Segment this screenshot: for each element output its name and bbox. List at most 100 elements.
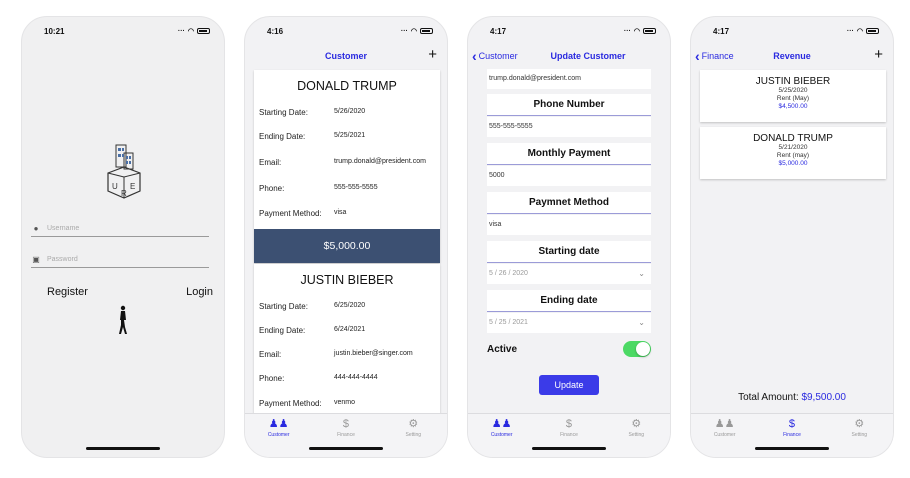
end-date-value: 5 / 25 / 2021 (489, 319, 528, 326)
revenue-card[interactable]: DONALD TRUMP 5/21/2020 Rent (may) $5,000… (700, 127, 886, 179)
username-field[interactable]: ● Username (31, 221, 209, 237)
total-amount: Total Amount: $9,500.00 (691, 392, 893, 403)
tab-label: Finance (337, 432, 355, 438)
active-row: Active (487, 339, 651, 359)
password-field[interactable]: ▣ Password (31, 252, 209, 268)
logo-letter: U (112, 182, 118, 191)
back-button[interactable]: ‹ Finance (695, 45, 734, 67)
email-label: Email: (259, 157, 282, 167)
back-label: Customer (478, 51, 518, 61)
phone-heading: Phone Number (487, 94, 651, 116)
login-button[interactable]: Login (186, 286, 213, 298)
email-field[interactable]: trump.donald@president.com (487, 69, 651, 89)
phone-field[interactable]: 555-555-5555 (487, 117, 651, 137)
register-button[interactable]: Register (47, 286, 88, 298)
start-date-value: 5 / 26 / 2020 (489, 270, 528, 277)
start-date-value: 6/25/2020 (334, 302, 366, 309)
payment-label: Payment Method: (259, 208, 322, 218)
end-date-label: Ending Date: (259, 131, 306, 141)
gear-icon: ⚙ (408, 418, 419, 430)
page-title: Customer (324, 51, 367, 61)
wifi-icon: ◠ (187, 28, 194, 35)
status-icons: ··· ◠ (847, 27, 879, 35)
tab-label: Customer (713, 432, 736, 438)
tab-bar: ♟♟ Customer $ Finance ⚙ Setting (245, 413, 447, 457)
active-toggle[interactable] (623, 341, 651, 357)
method-heading: Paymnet Method (487, 192, 651, 214)
add-customer-button[interactable]: + (428, 45, 437, 65)
start-date-label: Starting Date: (259, 107, 308, 117)
login-screen: 10:21 ··· ◠ U R E ● Username ▣ Password (21, 16, 225, 458)
back-button[interactable]: ‹ Customer (472, 45, 518, 67)
tab-setting[interactable]: ⚙ Setting (606, 418, 666, 457)
method-field[interactable]: visa (487, 215, 651, 235)
chevron-down-icon: ⌄ (638, 318, 645, 327)
update-button[interactable]: Update (539, 375, 599, 395)
tab-finance[interactable]: $ Finance (539, 418, 599, 457)
tab-setting[interactable]: ⚙ Setting (829, 418, 889, 457)
payment-value: venmo (334, 399, 356, 406)
nav-bar: ‹ Customer Update Customer (468, 45, 670, 67)
revenue-amount: $5,000.00 (778, 160, 808, 167)
tab-label: Customer (267, 432, 290, 438)
payment-value: visa (334, 209, 347, 216)
wifi-icon: ◠ (410, 28, 417, 35)
revenue-date: 5/21/2020 (778, 144, 808, 151)
customer-name: DONALD TRUMP (297, 79, 397, 93)
phone-value: 555-555-5555 (334, 184, 378, 191)
start-heading: Starting date (487, 241, 651, 263)
home-indicator (755, 447, 829, 450)
revenue-card[interactable]: JUSTIN BIEBER 5/25/2020 Rent (May) $4,50… (700, 70, 886, 122)
tab-finance[interactable]: $ Finance (316, 418, 376, 457)
end-date-label: Ending Date: (259, 325, 306, 335)
battery-icon (866, 28, 879, 34)
people-icon: ♟♟ (714, 418, 735, 430)
dollar-icon: $ (788, 418, 796, 430)
gear-icon: ⚙ (854, 418, 865, 430)
amount-bar: $5,000.00 (254, 229, 440, 263)
logo-letter: E (130, 182, 135, 191)
tab-label: Setting (405, 432, 422, 438)
end-date-row: Ending Date: 5/25/2021 (254, 124, 440, 148)
home-indicator (86, 447, 160, 450)
email-label: Email: (259, 349, 282, 359)
status-icons: ··· ◠ (624, 27, 656, 35)
dollar-icon: $ (342, 418, 350, 430)
end-date-value: 5/25/2021 (334, 132, 366, 139)
payment-row: Payment Method: venmo (254, 390, 440, 414)
active-label: Active (487, 343, 518, 355)
customer-card[interactable]: JUSTIN BIEBER Starting Date: 6/25/2020 En… (254, 264, 440, 414)
tab-label: Finance (560, 432, 578, 438)
revenue-screen: 4:17 ··· ◠ ‹ Finance Revenue + JUSTIN BIE… (690, 16, 894, 458)
status-time: 10:21 (44, 26, 65, 36)
tab-customer[interactable]: ♟♟ Customer (472, 418, 532, 457)
revenue-desc: Rent (May) (776, 95, 810, 102)
phone-row: Phone: 444-444-4444 (254, 366, 440, 390)
dollar-icon: $ (565, 418, 573, 430)
password-placeholder: Password (47, 256, 78, 263)
status-time: 4:16 (267, 26, 284, 36)
people-icon: ♟♟ (268, 418, 289, 430)
wifi-icon: ◠ (633, 28, 640, 35)
tab-finance[interactable]: $ Finance (762, 418, 822, 457)
revenue-amount: $4,500.00 (778, 103, 808, 110)
end-date-row: Ending Date: 6/24/2021 (254, 318, 440, 342)
email-row: Email: justin.bieber@singer.com (254, 342, 440, 366)
chevron-left-icon: ‹ (695, 48, 700, 64)
status-bar: 10:21 ··· ◠ (22, 17, 224, 45)
user-icon: ● (33, 224, 39, 233)
signal-icon: ··· (846, 27, 854, 35)
start-date-row: Starting Date: 6/25/2020 (254, 294, 440, 318)
monthly-field[interactable]: 5000 (487, 166, 651, 186)
page-title: Revenue (773, 51, 811, 61)
phone-label: Phone: (259, 183, 285, 193)
battery-icon (643, 28, 656, 34)
add-revenue-button[interactable]: + (874, 45, 883, 65)
tab-setting[interactable]: ⚙ Setting (383, 418, 443, 457)
revenue-date: 5/25/2020 (778, 87, 808, 94)
customer-card[interactable]: DONALD TRUMP Starting Date: 5/26/2020 End… (254, 70, 440, 263)
tab-customer[interactable]: ♟♟ Customer (695, 418, 755, 457)
start-date-picker[interactable]: 5 / 26 / 2020 ⌄ (487, 264, 651, 284)
end-date-picker[interactable]: 5 / 25 / 2021 ⌄ (487, 313, 651, 333)
tab-customer[interactable]: ♟♟ Customer (249, 418, 309, 457)
